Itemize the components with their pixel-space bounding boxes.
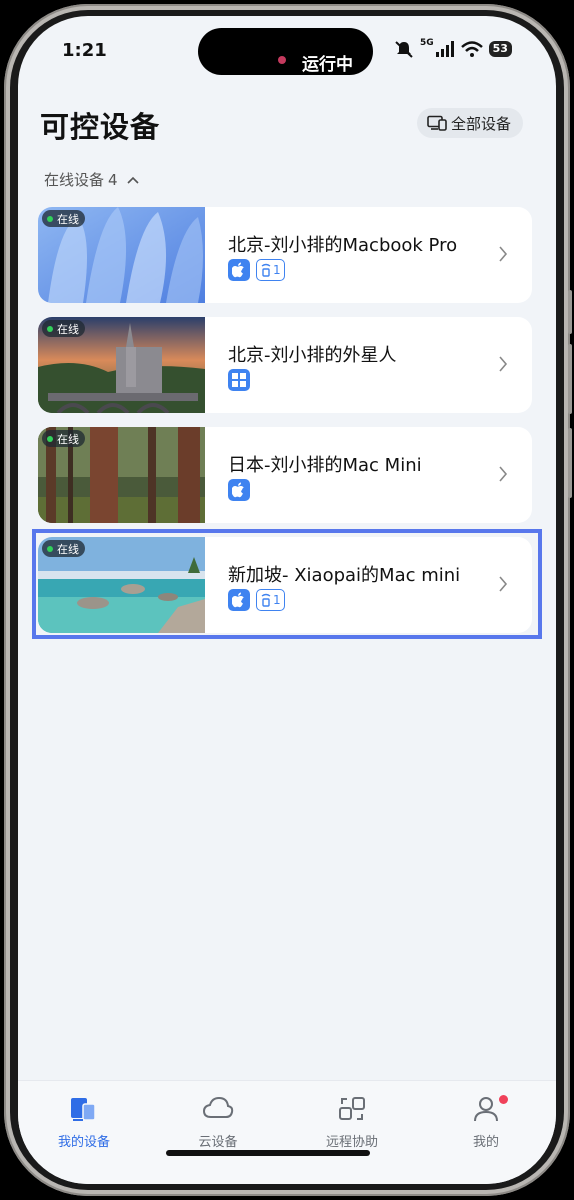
multi-device-icon xyxy=(427,115,447,131)
chevron-right-icon xyxy=(499,576,508,592)
chevron-right-icon xyxy=(499,356,508,372)
tab-profile[interactable]: 我的 xyxy=(436,1095,536,1150)
device-name: 新加坡- Xiaopai的Mac mini xyxy=(228,565,461,586)
recording-dot-icon xyxy=(278,56,286,64)
network-type: 5G xyxy=(420,38,434,48)
side-button xyxy=(568,428,572,498)
chevron-up-icon xyxy=(126,176,139,184)
device-tags: 1 xyxy=(228,589,285,611)
device-thumbnail: 在线 xyxy=(38,427,205,523)
live-activity-label: 运行中 xyxy=(302,55,353,75)
home-indicator[interactable] xyxy=(166,1150,370,1156)
shared-count-badge: 1 xyxy=(256,259,285,281)
apple-icon xyxy=(228,259,250,281)
shared-count-badge: 1 xyxy=(256,589,285,611)
device-tags xyxy=(228,479,250,501)
online-badge: 在线 xyxy=(42,210,85,227)
side-button xyxy=(568,290,572,334)
online-section-label: 在线设备 xyxy=(44,171,105,189)
online-count: 4 xyxy=(108,170,118,189)
share-link-icon xyxy=(261,263,271,277)
tab-remote-assist[interactable]: 远程协助 xyxy=(302,1095,402,1150)
tab-my-devices[interactable]: 我的设备 xyxy=(34,1095,134,1150)
device-tags xyxy=(228,369,250,391)
screen: 1:21 运行中 5G 53 可控设备 全部设备 在线设备 4 在线 北京-刘小… xyxy=(18,16,556,1184)
tab-label: 远程协助 xyxy=(325,1135,378,1150)
device-tags: 1 xyxy=(228,259,285,281)
signal-icon xyxy=(435,41,454,57)
apple-icon xyxy=(228,479,250,501)
devices-icon xyxy=(71,1098,96,1121)
device-card[interactable]: 在线 新加坡- Xiaopai的Mac mini 1 xyxy=(38,537,532,633)
profile-icon xyxy=(474,1097,498,1122)
tab-label: 云设备 xyxy=(198,1135,238,1150)
windows-icon xyxy=(228,369,250,391)
device-card[interactable]: 在线 北京-刘小排的外星人 xyxy=(38,317,532,413)
wifi-icon xyxy=(460,41,483,57)
online-badge: 在线 xyxy=(42,430,85,447)
side-button xyxy=(568,344,572,414)
all-devices-button[interactable]: 全部设备 xyxy=(417,108,524,138)
status-time: 1:21 xyxy=(62,40,107,61)
chevron-right-icon xyxy=(499,246,508,262)
chevron-right-icon xyxy=(499,466,508,482)
device-name: 北京-刘小排的外星人 xyxy=(228,345,397,366)
tab-label: 我的设备 xyxy=(57,1135,110,1150)
device-thumbnail: 在线 xyxy=(38,537,205,633)
mute-bell-icon xyxy=(395,41,413,58)
dynamic-island[interactable]: 运行中 xyxy=(198,28,373,75)
all-devices-label: 全部设备 xyxy=(451,114,512,133)
device-card[interactable]: 在线 日本-刘小排的Mac Mini xyxy=(38,427,532,523)
device-name: 日本-刘小排的Mac Mini xyxy=(228,455,422,476)
tab-cloud-devices[interactable]: 云设备 xyxy=(168,1095,268,1150)
device-card[interactable]: 在线 北京-刘小排的Macbook Pro 1 xyxy=(38,207,532,303)
phone: 1:21 运行中 5G 53 可控设备 全部设备 在线设备 4 在线 北京-刘小… xyxy=(0,0,574,1200)
apple-icon xyxy=(228,589,250,611)
online-badge: 在线 xyxy=(42,540,85,557)
bottom-tab-bar: 我的设备 云设备 远程协助 我的 xyxy=(18,1080,556,1184)
tab-label: 我的 xyxy=(472,1135,499,1150)
device-name: 北京-刘小排的Macbook Pro xyxy=(228,235,458,256)
page-title: 可控设备 xyxy=(40,110,161,144)
device-thumbnail: 在线 xyxy=(38,207,205,303)
online-badge: 在线 xyxy=(42,320,85,337)
notification-dot xyxy=(499,1095,508,1104)
device-thumbnail: 在线 xyxy=(38,317,205,413)
online-section-toggle[interactable]: 在线设备 4 xyxy=(44,169,140,190)
battery-level: 53 xyxy=(488,41,512,57)
cloud-icon xyxy=(202,1096,234,1118)
share-link-icon xyxy=(261,593,271,607)
remote-assist-icon xyxy=(339,1097,365,1120)
status-icons: 5G 53 xyxy=(394,38,512,58)
